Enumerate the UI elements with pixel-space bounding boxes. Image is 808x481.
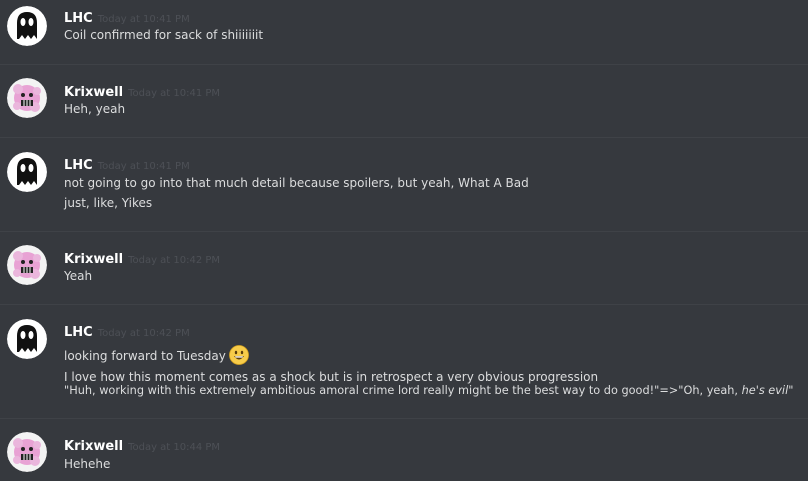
ghost-avatar-icon[interactable] [7,319,47,359]
timestamp: Today at 10:41 PM [97,14,190,25]
timestamp: Today at 10:41 PM [128,88,221,99]
grinning-face-emoji-icon [228,345,249,365]
message-divider [0,137,808,138]
message-divider [0,304,808,305]
pink-creature-avatar-icon[interactable] [7,245,47,285]
ghost-avatar-icon[interactable] [7,6,47,46]
message-header: Krixwell Today at 10:44 PM [64,435,220,454]
message-header: LHC Today at 10:42 PM [64,321,190,340]
message-text: Yeah [64,269,93,283]
timestamp: Today at 10:42 PM [97,328,190,339]
message-text: " [788,384,794,397]
timestamp: Today at 10:41 PM [97,161,190,172]
pink-creature-avatar-icon[interactable] [7,78,47,118]
message-line: looking forward to Tuesday [64,345,249,365]
message-text: not going to go into that much detail be… [64,176,529,190]
message-text: Heh, yeah [64,102,126,116]
message-text: looking forward to Tuesday [64,349,226,363]
username[interactable]: LHC [64,325,93,340]
username[interactable]: Krixwell [64,85,123,100]
timestamp: Today at 10:44 PM [128,442,221,453]
pink-creature-avatar-icon[interactable] [7,432,47,472]
message-line: "Huh, working with this extremely ambiti… [64,383,793,399]
message-text: just, like, Yikes [64,196,153,210]
username[interactable]: LHC [64,11,93,26]
message-header: LHC Today at 10:41 PM [64,154,190,173]
message-divider [0,231,808,232]
message-header: Krixwell Today at 10:42 PM [64,248,220,267]
message-divider [0,418,808,419]
timestamp: Today at 10:42 PM [128,255,221,266]
ghost-avatar-icon[interactable] [7,152,47,192]
message-text: Hehehe [64,457,111,471]
username[interactable]: Krixwell [64,252,123,267]
message-header: LHC Today at 10:41 PM [64,7,190,26]
username[interactable]: LHC [64,158,93,173]
message-header: Krixwell Today at 10:41 PM [64,81,220,100]
message-text: Coil confirmed for sack of shiiiiiiit [64,28,264,42]
message-text: "Huh, working with this extremely ambiti… [64,384,742,397]
message-divider [0,64,808,65]
username[interactable]: Krixwell [64,439,123,454]
italic-text: he's evil [741,384,789,397]
